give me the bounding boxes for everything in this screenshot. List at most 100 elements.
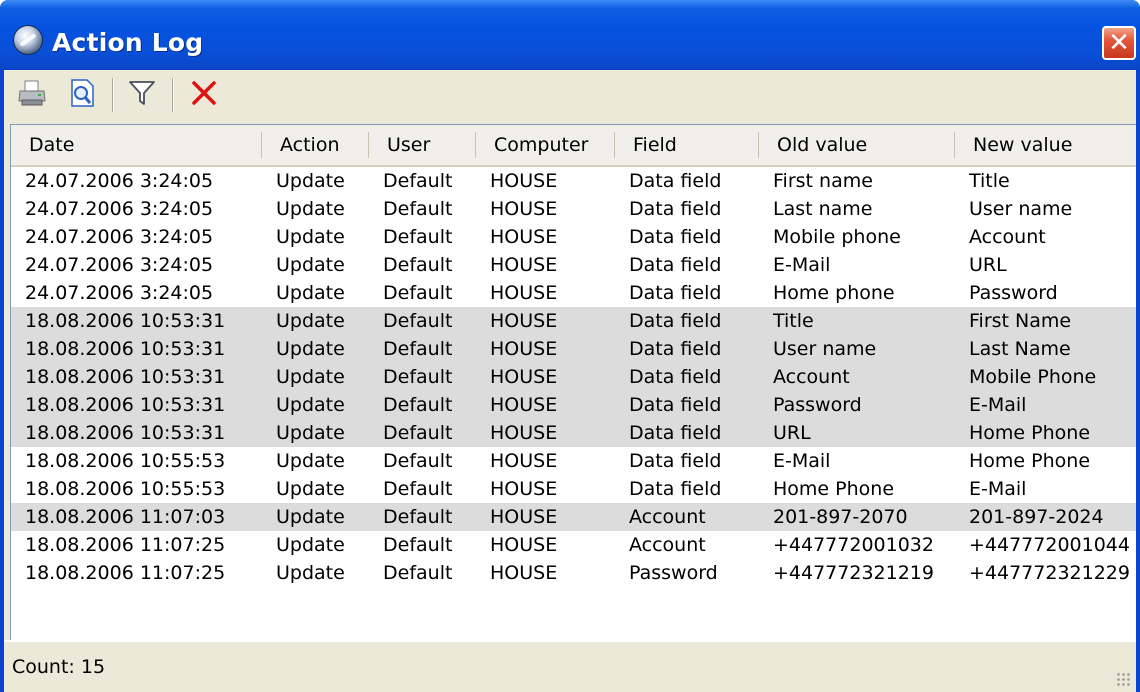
cell-date: 18.08.2006 10:53:31 xyxy=(25,338,226,360)
close-button[interactable]: ✕ xyxy=(1102,26,1136,60)
app-icon xyxy=(14,26,42,54)
column-header-new-value[interactable]: New value xyxy=(955,125,1136,165)
cell-action: Update xyxy=(276,282,345,304)
cell-computer: HOUSE xyxy=(490,366,558,388)
cell-action: Update xyxy=(276,170,345,192)
table-row[interactable]: 18.08.2006 10:53:31 Update Default HOUSE Dat… xyxy=(11,307,1136,335)
title-bar[interactable]: Action Log ✕ xyxy=(0,0,1140,70)
cell-date: 18.08.2006 10:53:31 xyxy=(25,422,226,444)
cell-computer: HOUSE xyxy=(490,282,558,304)
table-row[interactable]: 24.07.2006 3:24:05 Update Default HOUSE Data… xyxy=(11,251,1136,279)
cell-field: Data field xyxy=(629,338,722,360)
cell-new-value: E-Mail xyxy=(969,478,1027,500)
window-body: Date Action User Computer Field Old valu… xyxy=(4,70,1136,692)
table-row[interactable]: 18.08.2006 10:53:31 Update Default HOUSE Dat… xyxy=(11,419,1136,447)
table-row[interactable]: 18.08.2006 10:53:31 Update Default HOUSE Dat… xyxy=(11,363,1136,391)
print-preview-button[interactable] xyxy=(64,77,100,113)
status-bar: Count: 15 xyxy=(4,640,1136,692)
cell-action: Update xyxy=(276,534,345,556)
cell-computer: HOUSE xyxy=(490,478,558,500)
cell-user: Default xyxy=(383,282,453,304)
column-header-date[interactable]: Date xyxy=(11,125,261,165)
cell-new-value: +447772321229 xyxy=(969,562,1130,584)
cell-field: Data field xyxy=(629,198,722,220)
cell-old-value: Home phone xyxy=(773,282,895,304)
table-row[interactable]: 18.08.2006 11:07:25 Update Default HOUSE Pas… xyxy=(11,559,1136,587)
cell-old-value: Password xyxy=(773,394,862,416)
cell-action: Update xyxy=(276,366,345,388)
printer-icon xyxy=(17,78,47,112)
table-row[interactable]: 24.07.2006 3:24:05 Update Default HOUSE Data… xyxy=(11,279,1136,307)
action-log-window: Action Log ✕ Date Action User Computer F… xyxy=(0,0,1140,692)
table-row[interactable]: 18.08.2006 10:53:31 Update Default HOUSE Dat… xyxy=(11,335,1136,363)
table-row[interactable]: 24.07.2006 3:24:05 Update Default HOUSE Data… xyxy=(11,167,1136,195)
table-header: Date Action User Computer Field Old valu… xyxy=(11,125,1136,167)
cell-user: Default xyxy=(383,226,453,248)
cell-date: 24.07.2006 3:24:05 xyxy=(25,170,214,192)
cell-action: Update xyxy=(276,422,345,444)
table-row[interactable]: 18.08.2006 10:53:31 Update Default HOUSE Dat… xyxy=(11,391,1136,419)
delete-button[interactable] xyxy=(186,77,222,113)
print-button[interactable] xyxy=(14,77,50,113)
cell-user: Default xyxy=(383,478,453,500)
cell-computer: HOUSE xyxy=(490,254,558,276)
window-title: Action Log xyxy=(52,28,204,57)
cell-new-value: Password xyxy=(969,282,1058,304)
table-body: 24.07.2006 3:24:05 Update Default HOUSE Data… xyxy=(11,167,1136,587)
cell-old-value: E-Mail xyxy=(773,254,831,276)
cell-user: Default xyxy=(383,506,453,528)
cell-computer: HOUSE xyxy=(490,198,558,220)
cell-date: 24.07.2006 3:24:05 xyxy=(25,254,214,276)
table-row[interactable]: 18.08.2006 10:55:53 Update Default HOUSE Dat… xyxy=(11,475,1136,503)
cell-field: Account xyxy=(629,506,706,528)
cell-user: Default xyxy=(383,562,453,584)
filter-icon xyxy=(127,78,157,112)
cell-computer: HOUSE xyxy=(490,394,558,416)
column-header-old-value[interactable]: Old value xyxy=(759,125,954,165)
cell-date: 18.08.2006 11:07:25 xyxy=(25,534,226,556)
table-row[interactable]: 18.08.2006 11:07:03 Update Default HOUSE Acc… xyxy=(11,503,1136,531)
table-row[interactable]: 24.07.2006 3:24:05 Update Default HOUSE Data… xyxy=(11,223,1136,251)
table-row[interactable]: 18.08.2006 11:07:25 Update Default HOUSE Acc… xyxy=(11,531,1136,559)
cell-date: 24.07.2006 3:24:05 xyxy=(25,282,214,304)
record-count: Count: 15 xyxy=(12,656,106,678)
filter-button[interactable] xyxy=(124,77,160,113)
cell-user: Default xyxy=(383,534,453,556)
cell-user: Default xyxy=(383,338,453,360)
resize-grip[interactable] xyxy=(1116,672,1130,686)
cell-old-value: E-Mail xyxy=(773,450,831,472)
cell-action: Update xyxy=(276,338,345,360)
cell-field: Data field xyxy=(629,478,722,500)
cell-field: Data field xyxy=(629,226,722,248)
cell-new-value: Mobile Phone xyxy=(969,366,1097,388)
column-header-field[interactable]: Field xyxy=(615,125,758,165)
cell-user: Default xyxy=(383,310,453,332)
cell-user: Default xyxy=(383,254,453,276)
table-row[interactable]: 24.07.2006 3:24:05 Update Default HOUSE Data… xyxy=(11,195,1136,223)
cell-user: Default xyxy=(383,394,453,416)
column-header-action[interactable]: Action xyxy=(262,125,368,165)
cell-action: Update xyxy=(276,198,345,220)
column-header-user[interactable]: User xyxy=(369,125,475,165)
cell-computer: HOUSE xyxy=(490,226,558,248)
cell-date: 18.08.2006 10:55:53 xyxy=(25,478,226,500)
cell-old-value: Home Phone xyxy=(773,478,895,500)
cell-user: Default xyxy=(383,366,453,388)
table-row[interactable]: 18.08.2006 10:55:53 Update Default HOUSE Dat… xyxy=(11,447,1136,475)
cell-field: Data field xyxy=(629,422,722,444)
delete-icon xyxy=(189,78,219,112)
column-header-computer[interactable]: Computer xyxy=(476,125,614,165)
cell-date: 18.08.2006 10:55:53 xyxy=(25,450,226,472)
action-log-table: Date Action User Computer Field Old valu… xyxy=(10,124,1136,640)
cell-computer: HOUSE xyxy=(490,534,558,556)
toolbar xyxy=(4,70,1136,120)
cell-computer: HOUSE xyxy=(490,450,558,472)
cell-old-value: Last name xyxy=(773,198,873,220)
cell-date: 24.07.2006 3:24:05 xyxy=(25,198,214,220)
cell-action: Update xyxy=(276,226,345,248)
cell-computer: HOUSE xyxy=(490,422,558,444)
cell-computer: HOUSE xyxy=(490,310,558,332)
cell-date: 18.08.2006 11:07:03 xyxy=(25,506,226,528)
cell-new-value: Last Name xyxy=(969,338,1071,360)
cell-action: Update xyxy=(276,450,345,472)
